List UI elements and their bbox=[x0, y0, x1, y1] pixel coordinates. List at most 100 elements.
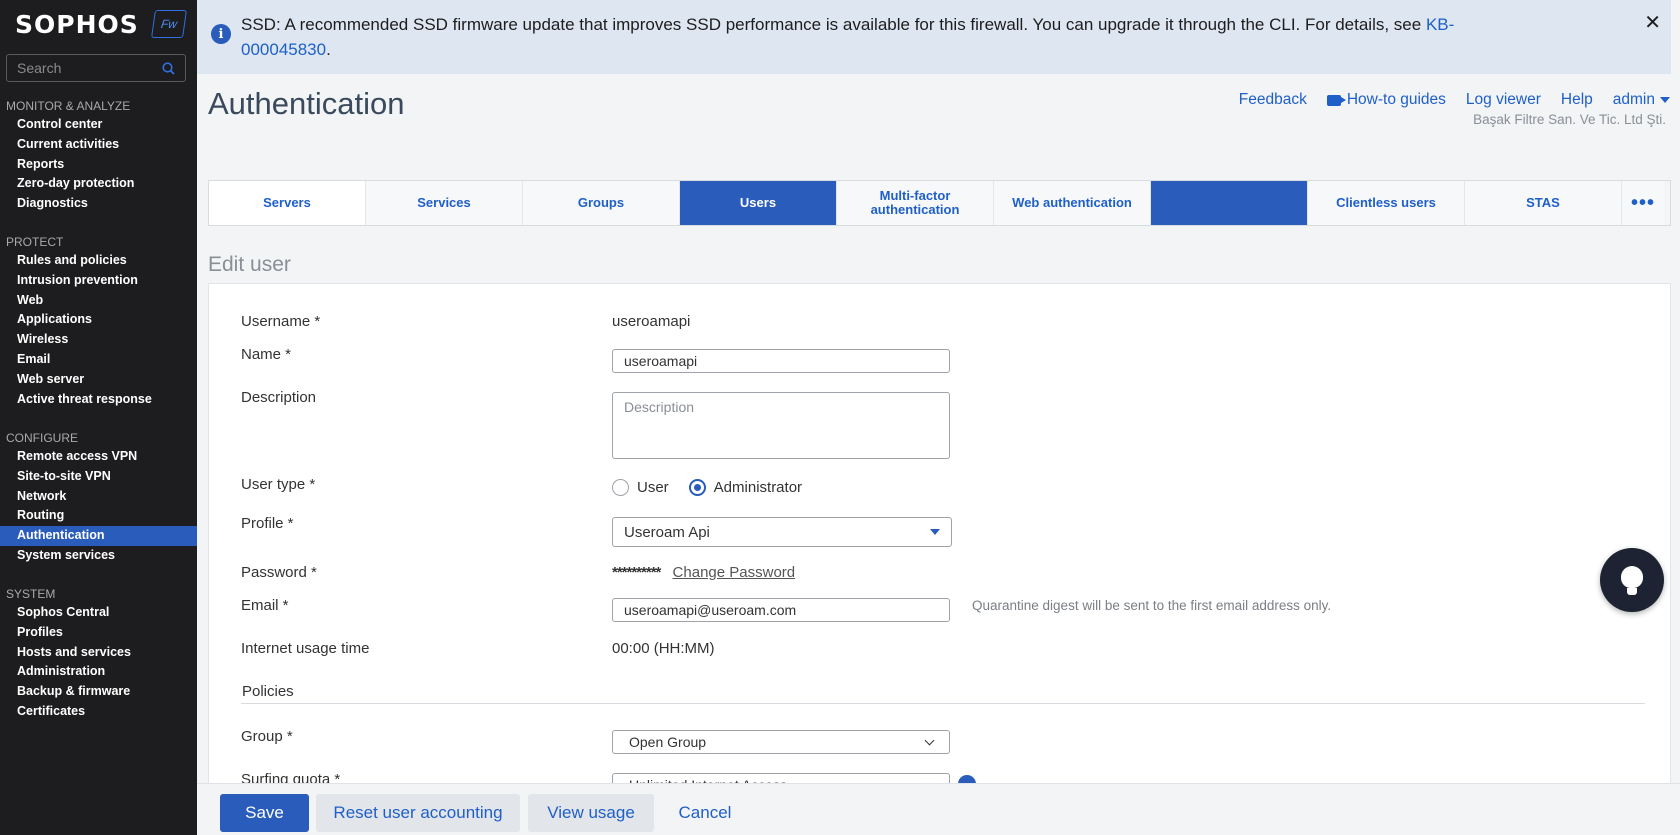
tab-unlabeled[interactable] bbox=[1151, 181, 1308, 225]
feedback-link[interactable]: Feedback bbox=[1239, 91, 1307, 109]
usertype-user-label: User bbox=[637, 479, 669, 496]
sidebar-item-certificates[interactable]: Certificates bbox=[0, 702, 197, 722]
usertype-user-radio[interactable] bbox=[612, 479, 629, 496]
tab-users[interactable]: Users bbox=[680, 181, 837, 225]
description-label: Description bbox=[241, 389, 317, 406]
tab-clientless-users[interactable]: Clientless users bbox=[1308, 181, 1465, 225]
nav-section-protect: PROTECT Rules and policies Intrusion pre… bbox=[0, 233, 197, 409]
save-button[interactable]: Save bbox=[220, 794, 309, 832]
sidebar-item-zero-day[interactable]: Zero-day protection bbox=[0, 174, 197, 194]
nav-heading: CONFIGURE bbox=[6, 431, 78, 445]
search-input[interactable] bbox=[17, 60, 157, 76]
sidebar-item-reports[interactable]: Reports bbox=[0, 155, 197, 175]
nav-section-configure: CONFIGURE Remote access VPN Site-to-site… bbox=[0, 429, 197, 566]
help-link[interactable]: Help bbox=[1561, 91, 1593, 109]
log-viewer-link[interactable]: Log viewer bbox=[1466, 91, 1541, 109]
policies-heading: Policies bbox=[242, 683, 294, 700]
page-title: Authentication bbox=[208, 86, 405, 121]
sidebar-item-sophos-central[interactable]: Sophos Central bbox=[0, 603, 197, 623]
internet-usage-label: Internet usage time bbox=[241, 640, 370, 657]
sidebar-item-profiles[interactable]: Profiles bbox=[0, 623, 197, 643]
name-label: Name * bbox=[241, 346, 292, 363]
sidebar-item-intrusion[interactable]: Intrusion prevention bbox=[0, 271, 197, 291]
password-label: Password * bbox=[241, 564, 317, 581]
banner-text: SSD: A recommended SSD firmware update t… bbox=[241, 15, 1426, 34]
sidebar-item-site-vpn[interactable]: Site-to-site VPN bbox=[0, 467, 197, 487]
sidebar-item-administration[interactable]: Administration bbox=[0, 662, 197, 682]
lightbulb-button[interactable] bbox=[1600, 548, 1664, 612]
password-mask: ********** bbox=[612, 564, 661, 581]
group-select[interactable]: Open Group bbox=[612, 730, 950, 754]
sidebar-item-diagnostics[interactable]: Diagnostics bbox=[0, 194, 197, 214]
policies-divider bbox=[241, 703, 1645, 704]
usertype-admin-label: Administrator bbox=[713, 479, 803, 496]
howto-label: How-to guides bbox=[1346, 91, 1446, 108]
sidebar-item-hosts[interactable]: Hosts and services bbox=[0, 643, 197, 663]
view-usage-button[interactable]: View usage bbox=[528, 794, 654, 832]
notification-banner: i SSD: A recommended SSD firmware update… bbox=[197, 0, 1671, 74]
nav-heading: SYSTEM bbox=[6, 587, 56, 601]
sidebar-item-threat-response[interactable]: Active threat response bbox=[0, 390, 197, 410]
tab-web-authentication[interactable]: Web authentication bbox=[994, 181, 1151, 225]
email-label: Email * bbox=[241, 597, 289, 614]
usertype-radio-group: User Administrator bbox=[612, 479, 802, 496]
sidebar-item-applications[interactable]: Applications bbox=[0, 310, 197, 330]
tab-services[interactable]: Services bbox=[366, 181, 523, 225]
section-title: Edit user bbox=[208, 253, 291, 276]
sidebar-item-current-activities[interactable]: Current activities bbox=[0, 135, 197, 155]
password-field: ********** Change Password bbox=[612, 564, 795, 581]
sidebar-search[interactable] bbox=[6, 54, 186, 82]
banner-suffix: . bbox=[326, 40, 331, 59]
sidebar-item-control-center[interactable]: Control center bbox=[0, 115, 197, 135]
lightbulb-icon bbox=[1621, 566, 1643, 595]
cancel-button[interactable]: Cancel bbox=[664, 794, 746, 832]
nav-heading: MONITOR & ANALYZE bbox=[6, 99, 131, 113]
howto-guides-link[interactable]: How-to guides bbox=[1326, 91, 1446, 109]
description-textarea[interactable] bbox=[612, 392, 950, 459]
sidebar-item-web-server[interactable]: Web server bbox=[0, 370, 197, 390]
profile-select[interactable]: Useroam Api bbox=[612, 517, 952, 547]
group-value: Open Group bbox=[629, 734, 707, 750]
usertype-admin-radio[interactable] bbox=[688, 479, 706, 496]
sidebar-item-backup[interactable]: Backup & firmware bbox=[0, 682, 197, 702]
form-footer: Save Reset user accounting View usage Ca… bbox=[197, 783, 1680, 835]
sidebar-item-routing[interactable]: Routing bbox=[0, 506, 197, 526]
close-icon[interactable]: ✕ bbox=[1644, 10, 1661, 35]
admin-label: admin bbox=[1612, 91, 1655, 108]
caret-down-icon bbox=[1660, 97, 1670, 103]
banner-message: SSD: A recommended SSD firmware update t… bbox=[241, 12, 1541, 62]
sidebar-item-wireless[interactable]: Wireless bbox=[0, 330, 197, 350]
search-icon[interactable] bbox=[162, 61, 175, 75]
caret-down-icon bbox=[930, 529, 940, 535]
email-input[interactable] bbox=[612, 598, 950, 622]
reset-user-accounting-button[interactable]: Reset user accounting bbox=[316, 794, 520, 832]
auth-tabs: Servers Services Groups Users Multi-fact… bbox=[208, 180, 1671, 226]
tab-stas[interactable]: STAS bbox=[1465, 181, 1622, 225]
tab-groups[interactable]: Groups bbox=[523, 181, 680, 225]
sophos-logo[interactable]: SOPHOS Fw bbox=[15, 8, 187, 40]
username-value: useroamapi bbox=[612, 313, 691, 330]
info-icon: i bbox=[211, 24, 231, 44]
name-input[interactable] bbox=[612, 349, 950, 373]
sidebar: SOPHOS Fw MONITOR & ANALYZE Control cent… bbox=[0, 0, 197, 835]
tab-multi-factor[interactable]: Multi-factor authentication bbox=[837, 181, 994, 225]
sidebar-item-network[interactable]: Network bbox=[0, 487, 197, 507]
email-hint: Quarantine digest will be sent to the fi… bbox=[972, 598, 1332, 613]
sidebar-item-system-services[interactable]: System services bbox=[0, 546, 197, 566]
sidebar-item-email[interactable]: Email bbox=[0, 350, 197, 370]
nav-section-system: SYSTEM Sophos Central Profiles Hosts and… bbox=[0, 585, 197, 722]
organization-name: Başak Filtre San. Ve Tic. Ltd Şti. bbox=[1473, 112, 1666, 127]
internet-usage-value: 00:00 (HH:MM) bbox=[612, 640, 715, 657]
sidebar-item-remote-vpn[interactable]: Remote access VPN bbox=[0, 447, 197, 467]
sidebar-item-web[interactable]: Web bbox=[0, 291, 197, 311]
nav-heading: PROTECT bbox=[6, 235, 64, 249]
change-password-link[interactable]: Change Password bbox=[673, 564, 796, 581]
sidebar-item-authentication[interactable]: Authentication bbox=[0, 526, 197, 546]
sidebar-item-rules[interactable]: Rules and policies bbox=[0, 251, 197, 271]
nav-section-monitor: MONITOR & ANALYZE Control center Current… bbox=[0, 97, 197, 214]
chevron-down-icon bbox=[924, 735, 935, 745]
tab-servers[interactable]: Servers bbox=[209, 181, 366, 225]
video-camera-icon bbox=[1326, 94, 1346, 106]
more-tabs-icon[interactable]: ••• bbox=[1622, 181, 1664, 225]
admin-menu[interactable]: admin bbox=[1613, 91, 1670, 109]
